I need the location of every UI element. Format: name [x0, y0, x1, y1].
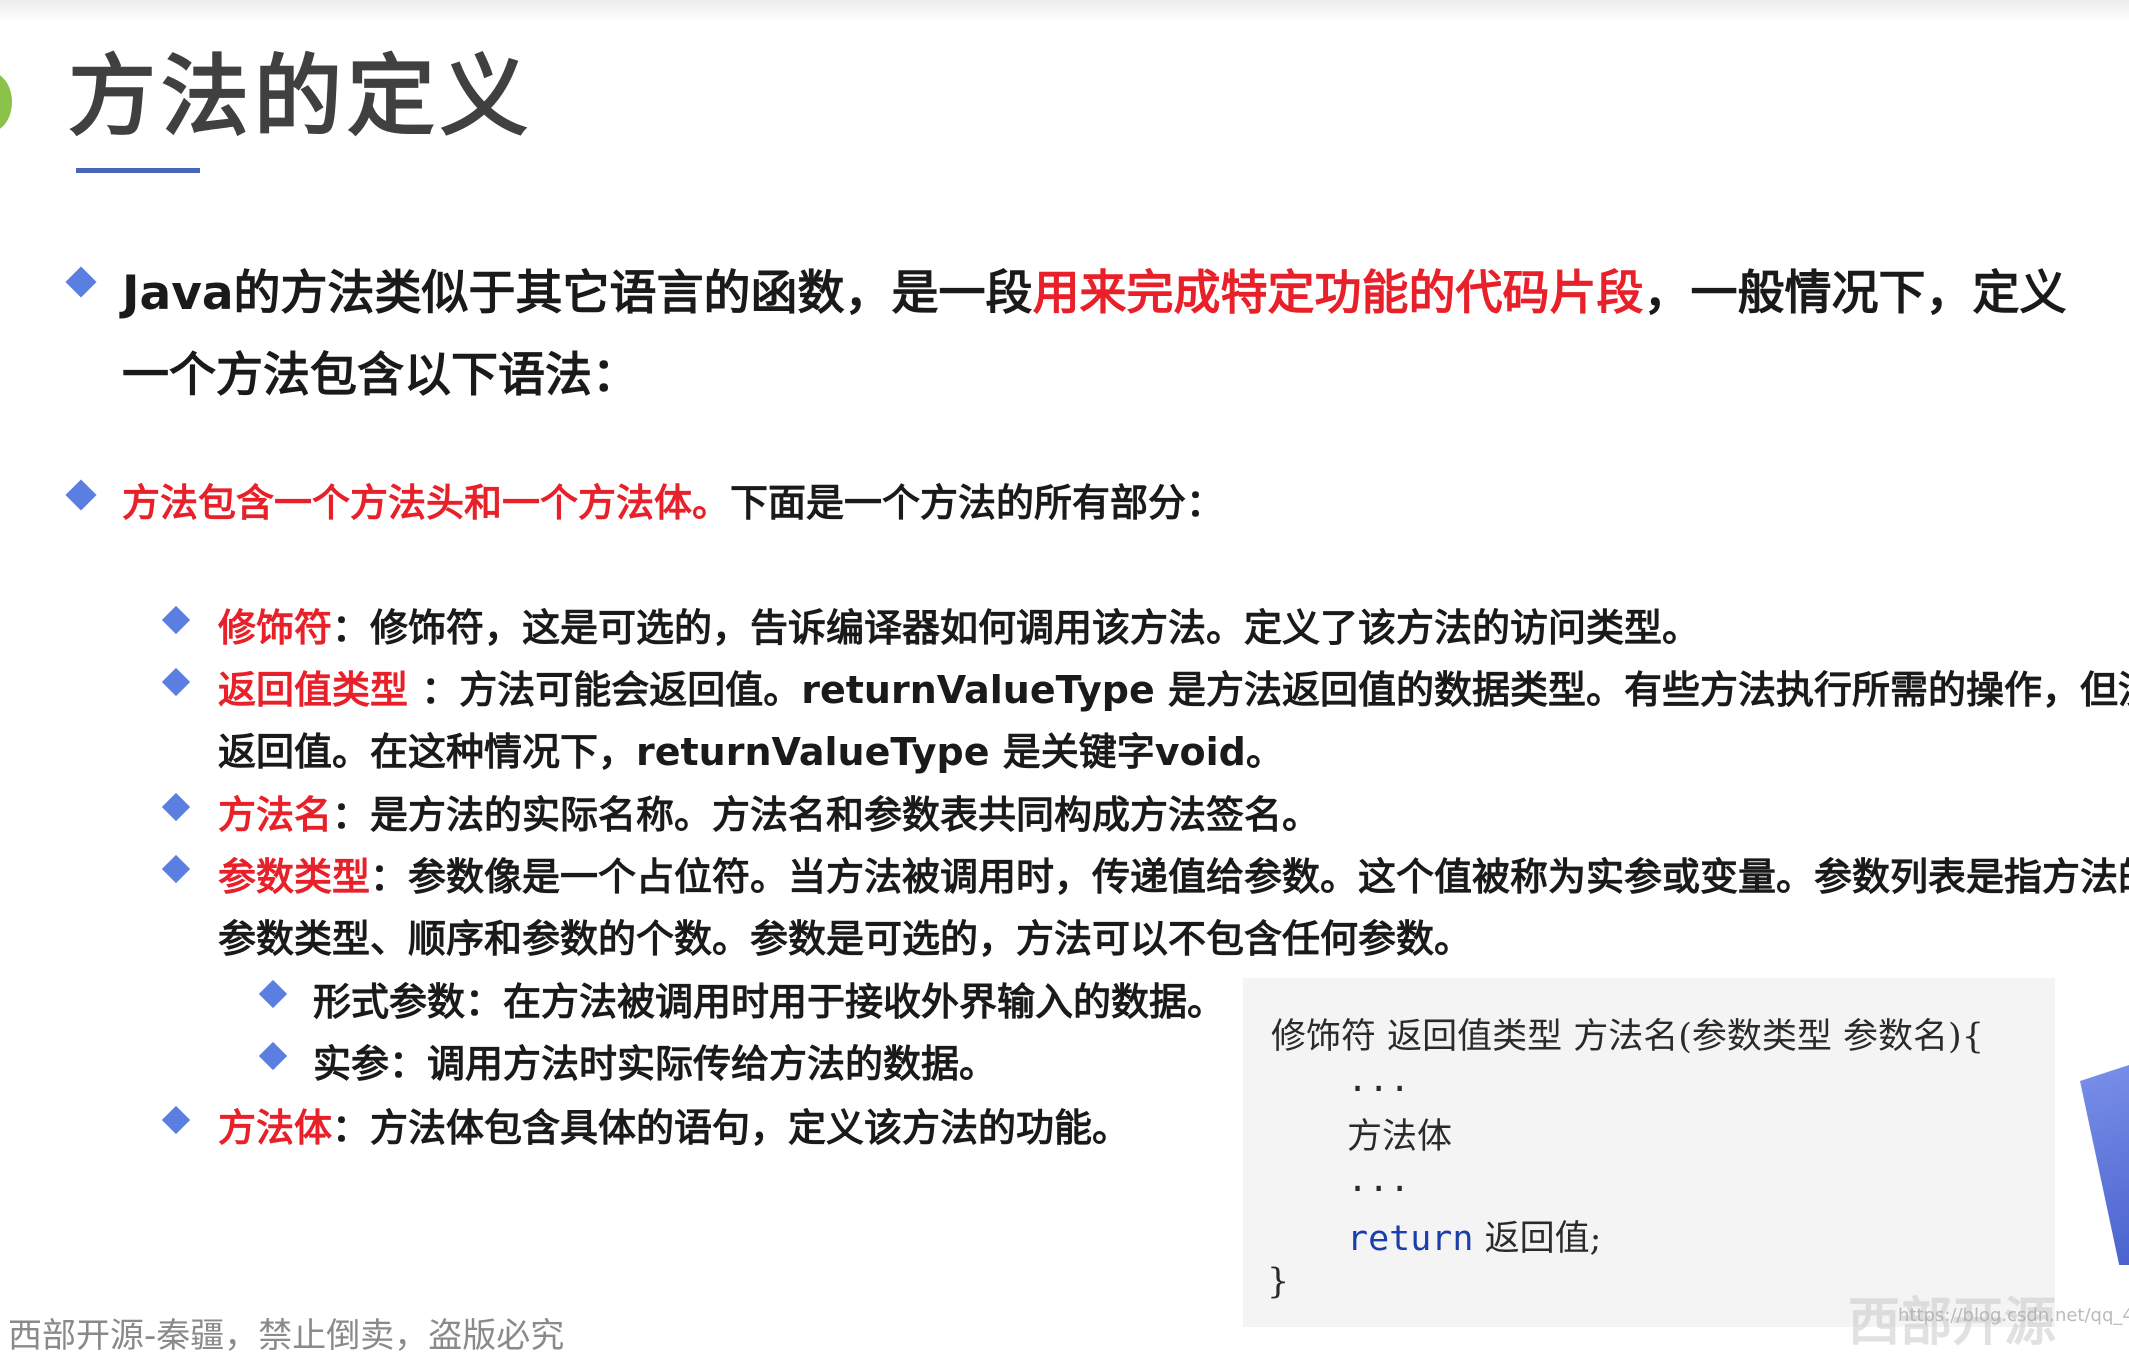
- code-return-line: return 返回值;: [1347, 1210, 1601, 1261]
- diamond-bullet-icon: [161, 854, 191, 884]
- diamond-bullet-icon: [258, 1041, 288, 1071]
- item-param-type: 参数类型：参数像是一个占位符。当方法被调用时，传递值给参数。这个值被称为实参或变…: [218, 846, 2129, 901]
- item-modifier-text: ：修饰符，这是可选的，告诉编译器如何调用该方法。定义了该方法的访问类型。: [332, 606, 1701, 650]
- intro-text-a: Java的方法类似于其它语言的函数，是一段: [122, 266, 1033, 321]
- item-actual-param: 实参：调用方法时实际传给方法的数据。: [313, 1042, 998, 1086]
- green-circle-decoration: [0, 72, 12, 132]
- corner-decoration: [2080, 1065, 2129, 1265]
- diamond-bullet-icon: [65, 266, 97, 298]
- intro-highlight: 用来完成特定功能的代码片段: [1032, 266, 1644, 321]
- method-parts-rest: 下面是一个方法的所有部分：: [730, 481, 1225, 525]
- item-return-type-cont: 返回值。在这种情况下，returnValueType 是关键字void。: [218, 730, 1284, 774]
- code-dots-2: ...: [1347, 1160, 1411, 1200]
- item-method-body-term: 方法体: [218, 1106, 333, 1150]
- code-close-brace: }: [1267, 1262, 1290, 1302]
- footer-copyright: 西部开源-秦疆，禁止倒卖，盗版必究: [8, 1316, 565, 1356]
- watermark-url: https://blog.csdn.net/qq_40413353: [1898, 1305, 2129, 1326]
- diamond-bullet-icon: [258, 979, 288, 1009]
- item-param-type-cont: 参数类型、顺序和参数的个数。参数是可选的，方法可以不包含任何参数。: [218, 917, 1473, 961]
- diamond-bullet-icon: [161, 605, 191, 635]
- intro-line-1: Java的方法类似于其它语言的函数，是一段用来完成特定功能的代码片段，一般情况下…: [122, 254, 2067, 323]
- item-modifier-term: 修饰符: [218, 606, 333, 650]
- code-body: 方法体: [1347, 1117, 1453, 1157]
- item-method-name-text: ：是方法的实际名称。方法名和参数表共同构成方法签名。: [332, 793, 1321, 837]
- code-return-value: 返回值;: [1473, 1219, 1602, 1259]
- item-param-type-text: ：参数像是一个占位符。当方法被调用时，传递值给参数。这个值被称为实参或变量。参数…: [370, 855, 2129, 899]
- code-return-keyword: return: [1347, 1219, 1474, 1259]
- item-return-type: 返回值类型 ：方法可能会返回值。returnValueType 是方法返回值的数…: [218, 659, 2129, 714]
- intro-text-c: ，一般情况下，定义: [1643, 266, 2067, 321]
- diamond-bullet-icon: [161, 792, 191, 822]
- diamond-bullet-icon: [161, 1105, 191, 1135]
- item-param-type-term: 参数类型: [218, 855, 371, 899]
- code-signature: 修饰符 返回值类型 方法名(参数类型 参数名){: [1271, 1017, 1984, 1057]
- item-method-name: 方法名：是方法的实际名称。方法名和参数表共同构成方法签名。: [218, 784, 1320, 839]
- code-dots-1: ...: [1347, 1060, 1411, 1100]
- item-return-type-text: ：方法可能会返回值。returnValueType 是方法返回值的数据类型。有些…: [408, 668, 2129, 712]
- diamond-bullet-icon: [161, 667, 191, 697]
- top-gradient: [0, 0, 2129, 22]
- item-formal-param: 形式参数：在方法被调用时用于接收外界输入的数据。: [313, 980, 1226, 1024]
- method-parts-red: 方法包含一个方法头和一个方法体。: [122, 481, 731, 525]
- slide-title: 方法的定义: [68, 45, 534, 148]
- method-parts-heading: 方法包含一个方法头和一个方法体。下面是一个方法的所有部分：: [122, 472, 1224, 527]
- intro-line-2: 一个方法包含以下语法：: [122, 348, 639, 403]
- title-underline: [76, 168, 200, 173]
- item-method-name-term: 方法名: [218, 793, 333, 837]
- item-return-type-term: 返回值类型: [218, 668, 409, 712]
- item-method-body-text: ：方法体包含具体的语句，定义该方法的功能。: [332, 1106, 1131, 1150]
- item-method-body: 方法体：方法体包含具体的语句，定义该方法的功能。: [218, 1097, 1130, 1152]
- diamond-bullet-icon: [65, 479, 97, 511]
- item-modifier: 修饰符：修饰符，这是可选的，告诉编译器如何调用该方法。定义了该方法的访问类型。: [218, 597, 1700, 652]
- code-block: 修饰符 返回值类型 方法名(参数类型 参数名){ ... 方法体 ... ret…: [1243, 978, 2055, 1327]
